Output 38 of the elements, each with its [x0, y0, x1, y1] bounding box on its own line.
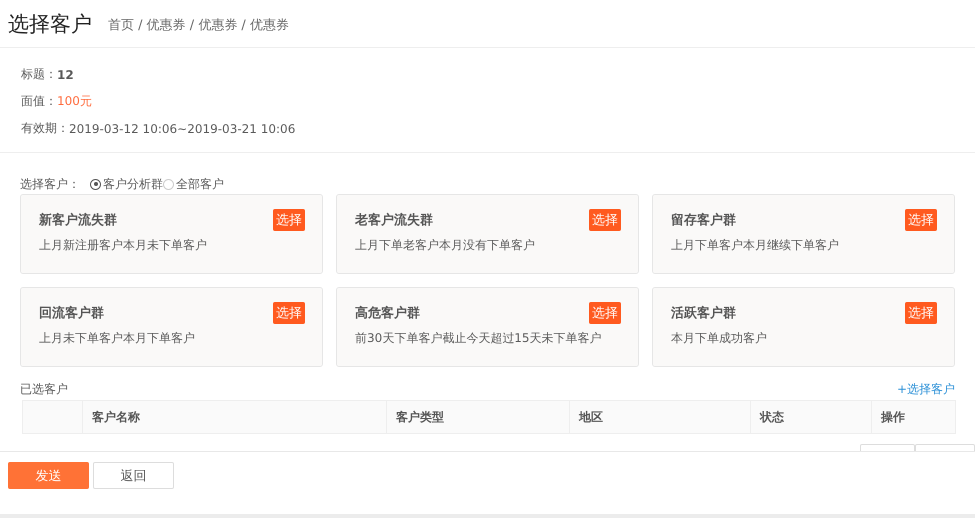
group-description: 上月下单客户本月继续下单客户	[671, 237, 840, 254]
group-description: 上月未下单客户本月下单客户	[39, 330, 196, 347]
group-title: 老客户流失群	[355, 212, 433, 229]
group-title: 留存客户群	[671, 212, 736, 229]
column-header: 操作	[880, 408, 906, 426]
group-title: 高危客户群	[355, 304, 420, 322]
breadcrumb: 首页 / 优惠券 / 优惠券 / 优惠券	[108, 16, 289, 34]
group-description: 本月下单成功客户	[671, 330, 768, 347]
column-header: 地区	[570, 401, 751, 433]
group-title: 活跃客户群	[671, 304, 736, 322]
select-button[interactable]: 选择	[273, 302, 305, 324]
column-header: 客户名称	[83, 401, 387, 433]
group-title: 新客户流失群	[39, 212, 117, 229]
select-button[interactable]: 选择	[589, 302, 621, 324]
group-description: 上月下单老客户本月没有下单客户	[355, 237, 536, 254]
select-button[interactable]: 选择	[905, 302, 937, 324]
info-label: 有效期：	[21, 120, 69, 137]
section-title: 已选客户	[20, 380, 68, 398]
info-value: 2019-03-12 10:06~2019-03-21 10:06	[69, 122, 296, 136]
radio-option[interactable]: 客户分析群	[90, 176, 163, 192]
group-description: 上月新注册客户本月未下单客户	[39, 237, 208, 254]
select-button[interactable]: 选择	[589, 209, 621, 231]
field-label: 选择客户：	[20, 176, 80, 192]
footer-button[interactable]: 发送	[8, 462, 89, 489]
footer-button[interactable]: 返回	[93, 462, 174, 489]
page-title: 选择客户	[8, 10, 92, 38]
column-header: 状态	[751, 401, 872, 433]
group-description: 前30天下单客户截止今天超过15天未下单客户	[355, 330, 603, 347]
radio-option[interactable]: 全部客户	[163, 176, 224, 192]
info-label: 标题：	[21, 66, 57, 83]
add-customer-link[interactable]: +选择客户	[896, 380, 955, 398]
info-label: 面值：	[21, 93, 57, 110]
info-value: 100元	[57, 93, 92, 110]
column-header: 客户类型	[387, 401, 570, 433]
info-value: 12	[57, 68, 74, 82]
select-button[interactable]: 选择	[905, 209, 937, 231]
select-button[interactable]: 选择	[273, 209, 305, 231]
group-title: 回流客户群	[39, 304, 104, 322]
